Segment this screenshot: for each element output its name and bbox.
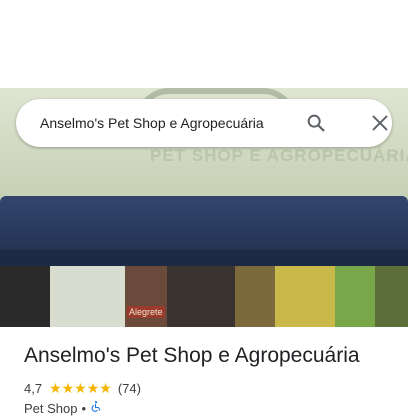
review-count[interactable]: (74) <box>118 381 141 396</box>
awning <box>0 196 408 256</box>
place-title: Anselmo's Pet Shop e Agropecuária <box>24 344 360 367</box>
star-rating: ★★★★★ <box>49 380 112 396</box>
storefront-sign-text: PET SHOP E AGROPECUÁRIA <box>150 146 408 165</box>
separator-dot: • <box>81 400 87 416</box>
search-icon[interactable] <box>305 112 327 134</box>
shelf-right <box>375 266 408 327</box>
rating-row[interactable]: 4,7 ★★★★★ (74) <box>24 380 141 397</box>
awning-edge <box>0 250 408 266</box>
search-input[interactable]: Anselmo's Pet Shop e Agropecuária <box>40 115 302 131</box>
shelf-green <box>335 266 375 327</box>
shelf-left <box>0 266 50 327</box>
rating-value: 4,7 <box>24 381 43 396</box>
shelf-yellow <box>275 266 335 327</box>
close-icon[interactable] <box>369 112 391 134</box>
category-label[interactable]: Pet Shop <box>24 401 78 416</box>
shelf-middle <box>167 266 235 327</box>
pet-products <box>235 266 275 327</box>
search-bar[interactable]: Anselmo's Pet Shop e Agropecuária <box>16 99 392 147</box>
wall-panel <box>50 266 125 327</box>
product-label: Alegrete <box>127 306 165 318</box>
